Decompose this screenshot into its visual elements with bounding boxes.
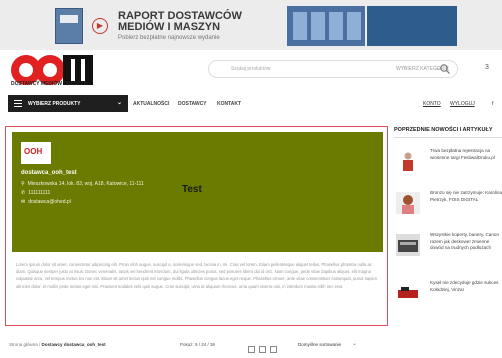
divider — [394, 137, 502, 138]
sidebar-article[interactable]: Bronzo się nie zatrzymuje: Karolina Piet… — [394, 190, 502, 230]
facebook-icon[interactable]: f — [492, 101, 493, 107]
breadcrumb-suppliers[interactable]: Dostawcy — [42, 342, 63, 347]
play-icon[interactable]: ▶ — [92, 18, 108, 34]
nav-link-contact[interactable]: KONTAKT — [217, 101, 241, 107]
nav-link-suppliers[interactable]: DOSTAWCY — [178, 101, 207, 107]
nav-link-news[interactable]: AKTUALNOŚCI — [133, 101, 169, 107]
search-input[interactable]: Szukaj produktów — [231, 66, 270, 72]
chevron-down-icon[interactable]: ⌄ — [352, 340, 357, 347]
sidebar-article[interactable]: Trwa bezpłatna rejestracja na wiosenne t… — [394, 148, 502, 188]
breadcrumb-current: dostawca_ooh_test — [63, 342, 106, 347]
main-nav: WYBIERZ PRODUKTY ⌄ AKTUALNOŚCI DOSTAWCY … — [0, 95, 502, 112]
breadcrumb-home[interactable]: Strona główna — [9, 342, 38, 347]
sort-select[interactable]: Domyślne sortowanie — [298, 342, 341, 347]
vendor-logo: OOH — [21, 142, 51, 164]
vendor-name[interactable]: dostawca_ooh_test — [21, 170, 77, 176]
article-thumbnail — [396, 234, 420, 256]
magazine-cover-icon — [55, 8, 83, 44]
view-toggle — [248, 340, 281, 358]
sidebar-heading: POPRZEDNIE NOWOŚCI I ARTYKUŁY — [394, 127, 493, 133]
sidebar-article[interactable]: Kyseł nie zdecyduje gdzie sukces Kołodzi… — [394, 280, 502, 320]
grid-view-icon[interactable] — [259, 346, 266, 353]
article-thumbnail — [396, 150, 420, 172]
products-menu-button[interactable]: WYBIERZ PRODUKTY ⌄ — [8, 95, 128, 112]
article-thumbnail — [396, 192, 420, 214]
banner-subtitle: Pobierz bezpłatne najnowsze wydanie — [118, 35, 220, 41]
vendor-card: OOH dostawca_ooh_test ⚲ Mieszkowska 14, l… — [5, 126, 388, 326]
vendor-phone: ✆ 111111111 — [21, 190, 51, 196]
article-thumbnail — [396, 282, 420, 304]
grid-large-view-icon[interactable] — [270, 346, 277, 353]
vendor-description: Lorem ipsum dolor sit amet, consectetur … — [16, 262, 378, 289]
phone-icon: ✆ — [21, 190, 26, 196]
location-pin-icon: ⚲ — [21, 181, 25, 187]
page-size-selector[interactable]: Pokaż: 9 / 24 / 36 — [180, 342, 215, 347]
breadcrumb: Strona główna / Dostawcy dostawca_ooh_te… — [9, 342, 106, 347]
hamburger-icon — [14, 100, 22, 107]
banner-magazine-stack — [287, 6, 365, 46]
chevron-down-icon: ⌄ — [116, 100, 122, 106]
list-view-icon[interactable] — [248, 346, 255, 353]
vendor-address: ⚲ Mieszkowska 14, lok. 83, woj. A18, Kato… — [21, 181, 144, 187]
banner-promo-image — [367, 6, 457, 46]
vendor-email[interactable]: ✉ dostawca@ohed.pl — [21, 199, 71, 205]
search-bar[interactable]: Szukaj produktów WYBIERZ KATEGORIĘ ⌄ — [208, 60, 458, 78]
search-icon[interactable] — [439, 63, 451, 75]
nav-link-account[interactable]: KONTO — [423, 101, 441, 107]
sidebar-article[interactable]: Wszystkie koperty, banery. Canon razem j… — [394, 232, 502, 272]
banner-title: RAPORT DOSTAWCÓW MEDIÓW I MASZYN — [118, 10, 242, 33]
envelope-icon: ✉ — [21, 199, 26, 205]
header-icon-peek[interactable]: 3 — [485, 64, 489, 71]
vendor-test-label: Test — [182, 184, 202, 195]
top-banner[interactable]: ▶ RAPORT DOSTAWCÓW MEDIÓW I MASZYN Pobie… — [0, 0, 502, 50]
nav-link-logout[interactable]: WYLOGUJ — [450, 101, 475, 107]
logo-tagline: DOSTAWCY MEDIÓW I MASZYN — [11, 81, 88, 87]
vendor-header: OOH dostawca_ooh_test ⚲ Mieszkowska 14, l… — [12, 132, 383, 252]
